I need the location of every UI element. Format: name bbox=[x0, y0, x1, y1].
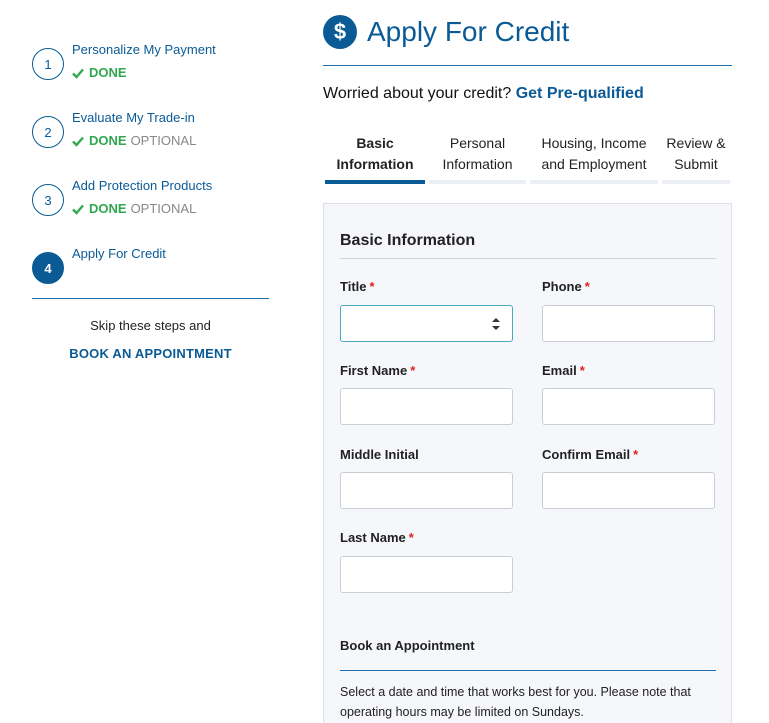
done-label: DONE bbox=[89, 65, 127, 80]
sidebar-divider bbox=[32, 298, 269, 299]
tab-housing-income-employment[interactable]: Housing, Income and Employment bbox=[528, 126, 660, 186]
section-title: Basic Information bbox=[340, 232, 476, 249]
check-icon bbox=[72, 68, 84, 79]
phone-label: Phone * bbox=[542, 279, 590, 294]
step-title[interactable]: Personalize My Payment bbox=[72, 42, 216, 57]
middle-initial-input[interactable] bbox=[340, 472, 513, 509]
confirm-email-input[interactable] bbox=[542, 472, 715, 509]
check-icon bbox=[72, 204, 84, 215]
prequal-prompt: Worried about your credit? Get Pre-quali… bbox=[323, 85, 644, 103]
page-header: $ Apply For Credit bbox=[323, 15, 569, 49]
tab-basic-information[interactable]: Basic Information bbox=[323, 126, 427, 186]
tab-label-line1: Review & bbox=[666, 135, 726, 151]
title-label: Title * bbox=[340, 279, 375, 294]
skip-steps-text: Skip these steps and bbox=[90, 318, 211, 333]
step-apply-for-credit[interactable]: 4 Apply For Credit bbox=[32, 244, 269, 312]
tab-label-line2: and Employment bbox=[541, 156, 647, 172]
confirm-email-label: Confirm Email * bbox=[542, 447, 638, 462]
dollar-icon: $ bbox=[323, 15, 357, 49]
book-appointment-link[interactable]: BOOK AN APPOINTMENT bbox=[32, 346, 269, 361]
tab-indicator bbox=[530, 180, 658, 184]
label-text: Confirm Email bbox=[542, 447, 631, 462]
tab-label-line2: Information bbox=[336, 156, 414, 172]
optional-label: OPTIONAL bbox=[130, 201, 197, 216]
tab-label-line2: Information bbox=[442, 156, 513, 172]
step-title[interactable]: Add Protection Products bbox=[72, 178, 212, 193]
email-label: Email * bbox=[542, 363, 585, 378]
step-evaluate-trade-in[interactable]: 2 Evaluate My Trade-in DONE OPTIONAL bbox=[32, 108, 269, 176]
tab-label-line1: Basic bbox=[356, 135, 394, 151]
tab-label-line1: Housing, Income bbox=[541, 135, 647, 151]
first-name-label: First Name * bbox=[340, 363, 415, 378]
label-text: Title bbox=[340, 279, 367, 294]
label-text: Email bbox=[542, 363, 577, 378]
required-asterisk: * bbox=[633, 447, 639, 462]
application-tabs: Basic Information Personal Information H… bbox=[323, 126, 732, 186]
get-prequalified-link[interactable]: Get Pre-qualified bbox=[516, 85, 644, 102]
header-divider bbox=[323, 65, 732, 66]
label-text: Phone bbox=[542, 279, 582, 294]
middle-initial-label: Middle Initial bbox=[340, 447, 419, 462]
step-status: DONE OPTIONAL bbox=[72, 133, 196, 148]
label-text: Middle Initial bbox=[340, 447, 419, 462]
step-title[interactable]: Apply For Credit bbox=[72, 246, 166, 261]
required-asterisk: * bbox=[584, 279, 590, 294]
prequal-text: Worried about your credit? bbox=[323, 85, 512, 102]
appointment-description: Select a date and time that works best f… bbox=[340, 685, 691, 719]
required-asterisk: * bbox=[579, 363, 585, 378]
required-asterisk: * bbox=[410, 363, 416, 378]
page-title: Apply For Credit bbox=[367, 16, 570, 47]
tab-label-line1: Personal bbox=[449, 135, 506, 151]
required-asterisk: * bbox=[408, 530, 414, 545]
step-status: DONE OPTIONAL bbox=[72, 201, 196, 216]
check-icon bbox=[72, 136, 84, 147]
step-add-protection-products[interactable]: 3 Add Protection Products DONE OPTIONAL bbox=[32, 176, 269, 244]
appointment-title: Book an Appointment bbox=[340, 638, 475, 653]
tab-label-line2: Submit bbox=[674, 156, 718, 172]
select-arrows-icon bbox=[492, 318, 500, 330]
step-status: DONE bbox=[72, 65, 127, 80]
done-label: DONE bbox=[89, 133, 127, 148]
section-divider bbox=[340, 258, 716, 259]
done-label: DONE bbox=[89, 201, 127, 216]
last-name-label: Last Name * bbox=[340, 530, 414, 545]
step-title[interactable]: Evaluate My Trade-in bbox=[72, 110, 195, 125]
optional-label: OPTIONAL bbox=[130, 133, 197, 148]
step-number-badge: 3 bbox=[32, 184, 64, 216]
label-text: Last Name bbox=[340, 530, 406, 545]
label-text: First Name bbox=[340, 363, 408, 378]
tab-indicator bbox=[325, 180, 425, 184]
tab-personal-information[interactable]: Personal Information bbox=[427, 126, 528, 186]
required-asterisk: * bbox=[369, 279, 375, 294]
appointment-divider bbox=[340, 670, 716, 671]
progress-steps: 1 Personalize My Payment DONE 2 Evaluate… bbox=[32, 40, 269, 312]
title-select[interactable] bbox=[340, 305, 513, 342]
basic-information-form: Basic Information Title * Phone * First Na… bbox=[323, 203, 732, 723]
step-personalize-payment[interactable]: 1 Personalize My Payment DONE bbox=[32, 40, 269, 108]
phone-input[interactable] bbox=[542, 305, 715, 342]
first-name-input[interactable] bbox=[340, 388, 513, 425]
tab-indicator bbox=[662, 180, 730, 184]
last-name-input[interactable] bbox=[340, 556, 513, 593]
step-number-badge-active: 4 bbox=[32, 252, 64, 284]
tab-review-submit[interactable]: Review & Submit bbox=[660, 126, 732, 186]
email-input[interactable] bbox=[542, 388, 715, 425]
step-number-badge: 1 bbox=[32, 48, 64, 80]
tab-indicator bbox=[429, 180, 526, 184]
step-number-badge: 2 bbox=[32, 116, 64, 148]
